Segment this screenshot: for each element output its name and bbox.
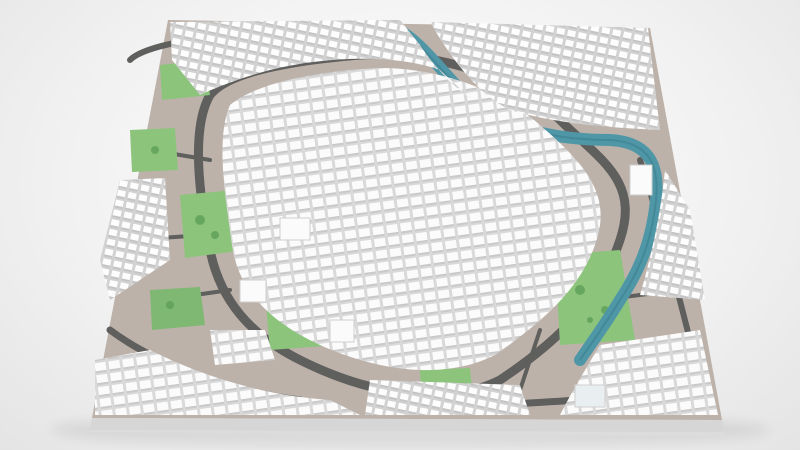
landmark-block — [239, 279, 267, 303]
city-model-scene — [50, 20, 770, 448]
landmark-block — [279, 217, 311, 241]
landmark-block — [574, 384, 606, 408]
buildings-southwest — [210, 330, 275, 365]
base-front-edge — [90, 418, 724, 432]
park-small-1 — [150, 287, 205, 330]
buildings-south-center — [365, 380, 530, 415]
landmark-block — [629, 164, 653, 196]
landmark-block — [329, 319, 355, 343]
scene-subject — [0, 0, 1, 1]
